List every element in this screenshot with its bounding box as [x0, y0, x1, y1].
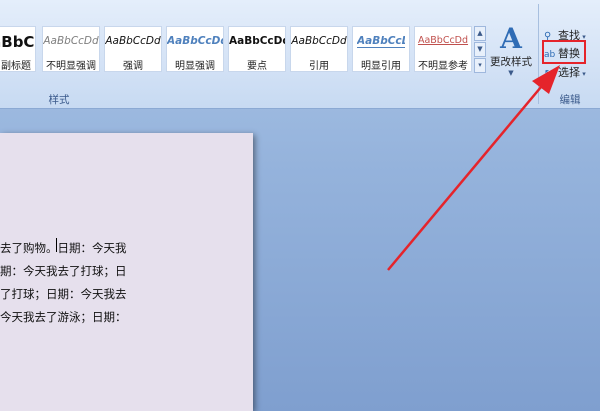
arrow-head-icon — [532, 65, 560, 94]
annotation-arrow — [387, 65, 560, 271]
arrow-shaft — [387, 86, 542, 271]
